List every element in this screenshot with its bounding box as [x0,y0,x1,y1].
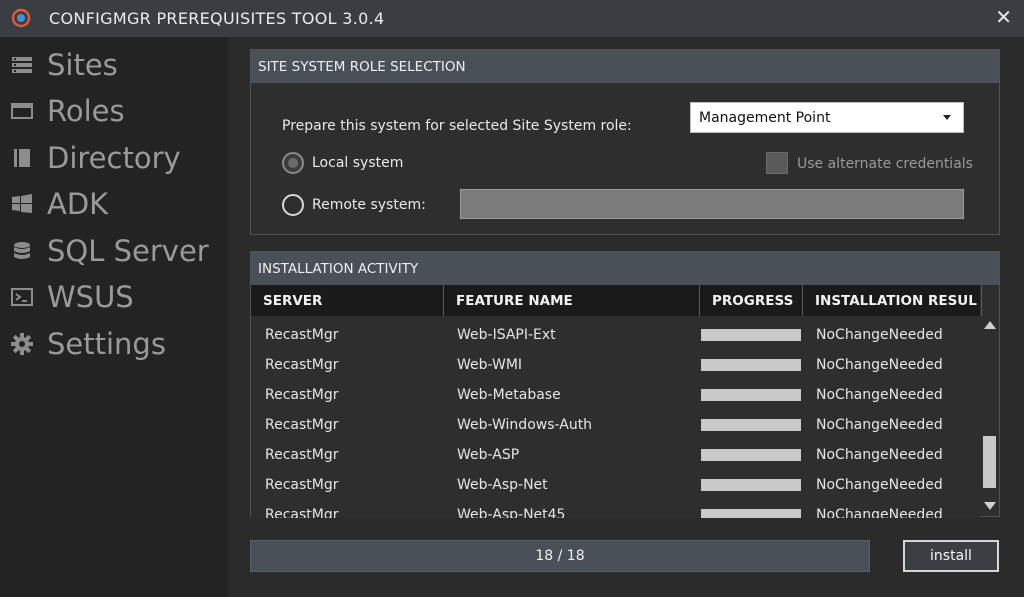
sidebar-item-label: ADK [47,187,109,221]
cell-server: RecastMgr [265,417,339,433]
scroll-up-icon[interactable] [984,321,996,329]
table-row[interactable]: RecastMgr Web-WMI NoChangeNeeded [251,350,980,380]
scroll-down-icon[interactable] [984,502,996,510]
database-icon [11,240,33,262]
cell-feature-name: Web-ISAPI-Ext [457,327,556,343]
sidebar-item-settings[interactable]: Settings [0,321,228,367]
table-header: SERVER FEATURE NAME PROGRESS INSTALLATIO… [251,285,982,316]
table-row[interactable]: RecastMgr Web-Asp-Net45 NoChangeNeeded [251,500,980,518]
prepare-label: Prepare this system for selected Site Sy… [282,118,632,134]
column-header-installation-result[interactable]: INSTALLATION RESUL [803,285,982,316]
cell-feature-name: Web-WMI [457,357,523,373]
column-header-feature-name[interactable]: FEATURE NAME [444,285,700,316]
cell-feature-name: Web-Metabase [457,387,561,403]
sidebar-item-label: WSUS [47,280,134,314]
cell-installation-result: NoChangeNeeded [816,327,943,343]
table-row[interactable]: RecastMgr Web-ASP NoChangeNeeded [251,440,980,470]
overall-progress-text: 18 / 18 [535,548,585,564]
local-system-label: Local system [312,155,404,171]
table-row[interactable]: RecastMgr Web-Metabase NoChangeNeeded [251,380,980,410]
row-progress-bar [701,359,801,371]
cell-installation-result: NoChangeNeeded [816,387,943,403]
scroll-thumb[interactable] [983,436,996,488]
gear-icon [11,333,33,355]
chevron-down-icon [943,115,951,120]
sidebar-item-label: Directory [47,141,181,175]
cell-installation-result: NoChangeNeeded [816,477,943,493]
role-panel-header: SITE SYSTEM ROLE SELECTION [251,50,999,83]
row-progress-bar [701,389,801,401]
cell-server: RecastMgr [265,507,339,518]
windows-logo-icon [11,193,33,215]
alternate-credentials-label: Use alternate credentials [797,156,973,172]
list-icon [11,54,33,76]
local-system-radio[interactable] [282,152,304,174]
installation-activity-panel: INSTALLATION ACTIVITY SERVER FEATURE NAM… [250,251,1000,518]
column-header-progress[interactable]: PROGRESS [700,285,803,316]
sidebar-item-label: Sites [47,48,118,82]
sidebar-item-wsus[interactable]: WSUS [0,274,228,320]
activity-panel-header: INSTALLATION ACTIVITY [251,252,999,285]
column-header-server[interactable]: SERVER [251,285,444,316]
sidebar-item-sites[interactable]: Sites [0,42,228,88]
configmgr-logo-icon [11,8,31,28]
remote-system-input[interactable] [460,189,964,219]
close-icon[interactable]: ✕ [995,5,1012,29]
cell-server: RecastMgr [265,447,339,463]
role-selection-panel: SITE SYSTEM ROLE SELECTION Prepare this … [250,49,1000,235]
sidebar-item-sql-server[interactable]: SQL Server [0,228,228,274]
table-row[interactable]: RecastMgr Web-ISAPI-Ext NoChangeNeeded [251,320,980,350]
title-bar: CONFIGMGR PREREQUISITES TOOL 3.0.4 ✕ [0,0,1024,37]
cell-feature-name: Web-Asp-Net [457,477,548,493]
cell-server: RecastMgr [265,387,339,403]
sidebar-item-label: Settings [47,327,166,361]
role-dropdown-value: Management Point [699,109,831,126]
row-progress-bar [701,329,801,341]
table-scrollbar[interactable] [980,316,1000,518]
cell-feature-name: Web-Windows-Auth [457,417,593,433]
cell-feature-name: Web-Asp-Net45 [457,507,566,518]
table-body: RecastMgr Web-ISAPI-Ext NoChangeNeeded Reca… [251,316,980,518]
remote-system-radio[interactable] [282,194,304,216]
main-content: SITE SYSTEM ROLE SELECTION Prepare this … [228,37,1024,597]
row-progress-bar [701,449,801,461]
remote-system-label: Remote system: [312,197,426,213]
table-row[interactable]: RecastMgr Web-Asp-Net NoChangeNeeded [251,470,980,500]
sidebar-item-label: SQL Server [47,234,209,268]
sidebar-item-directory[interactable]: Directory [0,135,228,181]
window-title: CONFIGMGR PREREQUISITES TOOL 3.0.4 [49,9,385,28]
cell-server: RecastMgr [265,477,339,493]
book-icon [11,147,33,169]
overall-progress-bar: 18 / 18 [250,540,870,572]
row-progress-bar [701,509,801,518]
sidebar-item-roles[interactable]: Roles [0,88,228,134]
cell-installation-result: NoChangeNeeded [816,417,943,433]
table-row[interactable]: RecastMgr Web-Windows-Auth NoChangeNeeded [251,410,980,440]
row-progress-bar [701,419,801,431]
cell-server: RecastMgr [265,357,339,373]
role-dropdown[interactable]: Management Point [690,102,964,133]
window-icon [11,100,33,122]
cell-installation-result: NoChangeNeeded [816,507,943,518]
alternate-credentials-checkbox[interactable] [766,152,788,174]
sidebar-item-adk[interactable]: ADK [0,181,228,227]
cell-server: RecastMgr [265,327,339,343]
row-progress-bar [701,479,801,491]
sidebar: Sites Roles Directory ADK SQL Server WSU… [0,37,228,597]
sidebar-item-label: Roles [47,94,125,128]
cell-installation-result: NoChangeNeeded [816,357,943,373]
install-button[interactable]: install [903,540,999,572]
terminal-icon [11,286,33,308]
cell-installation-result: NoChangeNeeded [816,447,943,463]
cell-feature-name: Web-ASP [457,447,520,463]
